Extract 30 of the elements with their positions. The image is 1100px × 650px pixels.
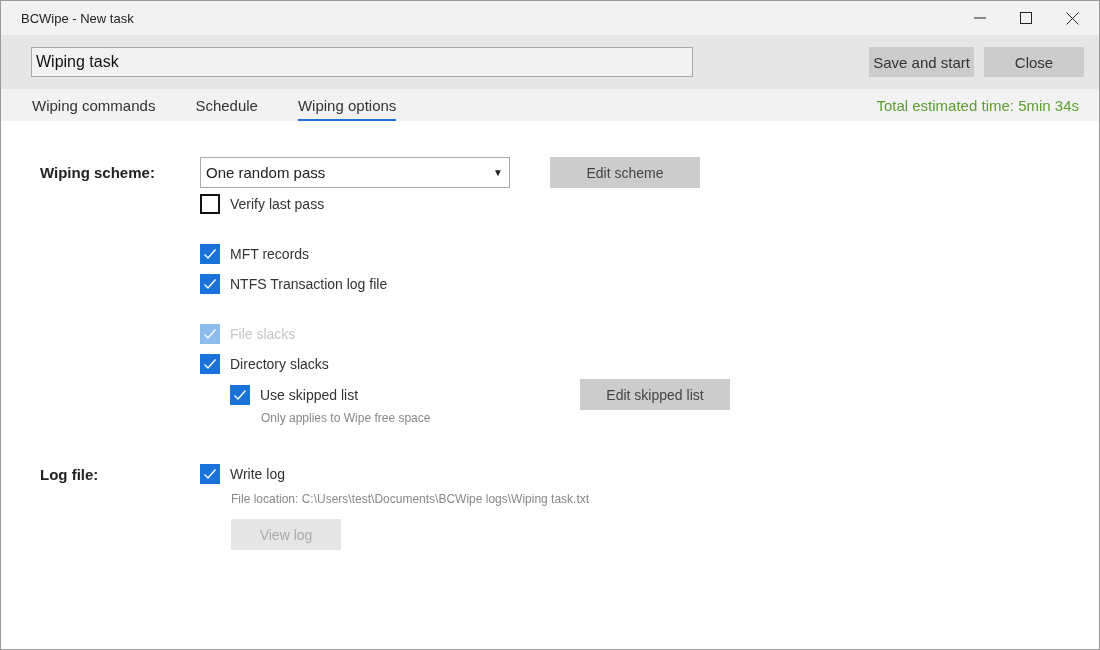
tab[interactable]: Schedule xyxy=(195,89,258,121)
estimated-time: Total estimated time: 5min 34s xyxy=(876,96,1079,114)
hint-text: Only applies to Wipe free space xyxy=(261,410,431,426)
toolbar-button[interactable]: Close xyxy=(984,47,1084,77)
checkbox[interactable] xyxy=(200,244,220,264)
checkbox-label: Use skipped list xyxy=(260,386,359,403)
section-label: Log file: xyxy=(39,465,100,483)
toolbar-button[interactable]: Save and start xyxy=(869,47,974,77)
checkbox[interactable] xyxy=(200,194,220,214)
checkbox-label: NTFS Transaction log file xyxy=(230,276,388,292)
tab[interactable]: Wiping commands xyxy=(32,89,156,121)
checkbox[interactable] xyxy=(230,384,250,405)
window-title: BCWipe - New task xyxy=(21,10,135,26)
scheme-dropdown[interactable]: One random pass ▼ xyxy=(200,157,510,188)
checkbox-label: Verify last pass xyxy=(230,196,325,212)
section-label: Wiping scheme: xyxy=(39,164,156,181)
checkbox-label: Directory slacks xyxy=(230,356,329,372)
checkbox-label: MFT records xyxy=(230,246,310,262)
checkbox[interactable] xyxy=(200,274,220,294)
checkbox-label: File slacks xyxy=(230,326,296,342)
checkbox[interactable] xyxy=(200,354,220,374)
checkbox[interactable] xyxy=(200,464,220,484)
file-location: File location: C:\Users\test\Documents\BCWipe logs\Wiping task.txt xyxy=(231,491,590,507)
edit-skipped-list-button[interactable]: Edit skipped list xyxy=(580,379,730,410)
edit-scheme-button[interactable]: Edit scheme xyxy=(550,157,700,188)
maximize-icon[interactable] xyxy=(1020,12,1032,24)
close-icon[interactable] xyxy=(1065,11,1079,25)
tab[interactable]: Wiping options xyxy=(297,89,397,121)
task-name-field[interactable]: Wiping task xyxy=(31,47,693,77)
checkbox-label: Write log xyxy=(230,466,285,482)
